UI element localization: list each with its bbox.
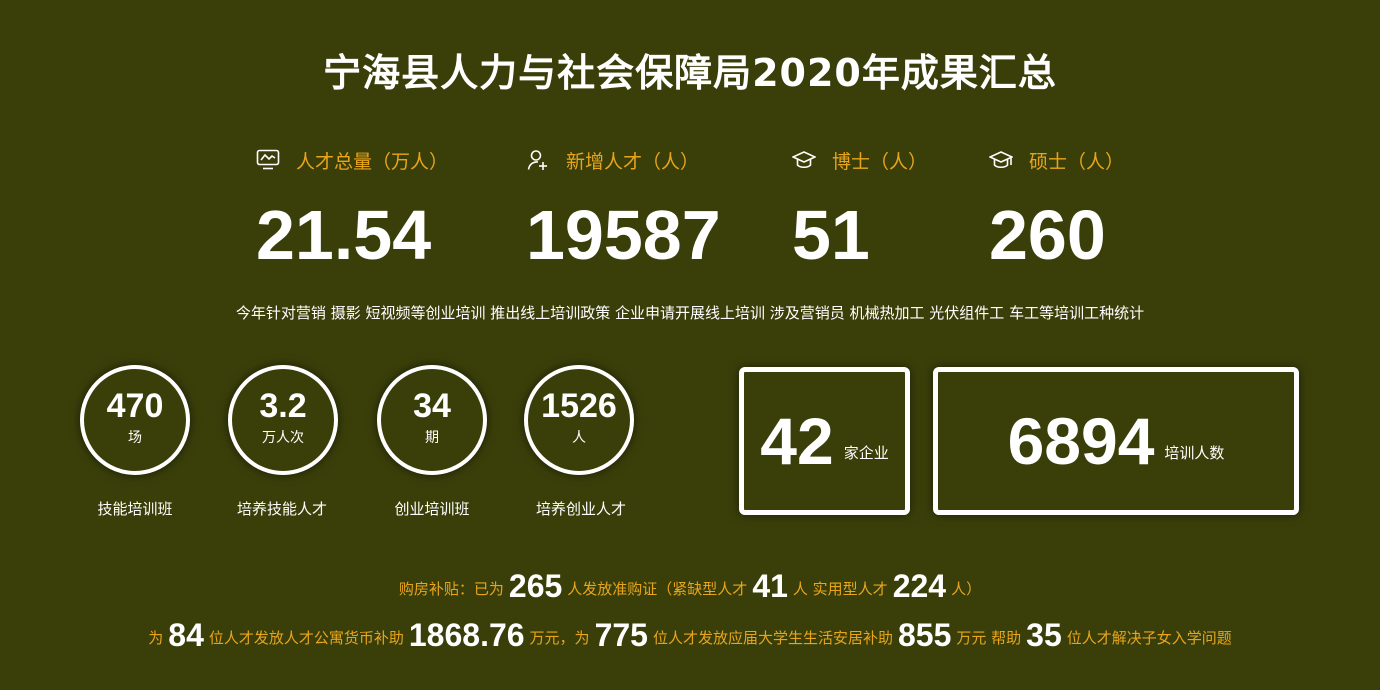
box-unit: 家企业 [843,443,889,462]
circle-skill-classes: 470 场 [80,365,190,475]
box-value: 6894 [1007,404,1155,478]
stat-value: 51 [792,196,870,274]
circle-label: 培养技能人才 [236,500,327,518]
circle-label: 技能培训班 [97,500,173,518]
stat-value: 19587 [526,196,721,274]
circle-skill-talent: 3.2 万人次 [228,365,338,475]
subsidy-number: 1868.76 [408,617,525,653]
circle-label: 创业培训班 [394,500,470,518]
housing-text: 人发放准购证（紧缺型人才 [567,580,748,598]
training-summary: 今年针对营销 摄影 短视频等创业培训 推出线上培训政策 企业申请开展线上培训 涉… [235,304,1145,322]
talent-subsidy-line: 为 84 位人才发放人才公寓货币补助 1868.76 万元，为 775 位人才发放应届大学生… [0,617,1380,654]
stat-label: 新增人才（人） [566,150,700,173]
page-title: 宁海县人力与社会保障局2020年成果汇总 [323,51,1057,95]
circle-value: 3.2 [259,387,307,425]
subsidy-text: 位人才发放人才公寓货币补助 [208,629,404,647]
subsidy-number: 855 [897,617,952,653]
subsidy-text: 万元，为 [529,629,590,647]
trainee-count-box: 6894 培训人数 [933,367,1299,515]
add-user-icon [527,150,547,170]
circle-value: 1526 [541,387,617,425]
graduation-cap-icon [792,151,816,169]
housing-number: 41 [752,568,788,604]
stat-value: 21.54 [256,196,432,274]
subsidy-number: 775 [594,617,648,653]
housing-subsidy-line: 购房补贴：已为 265 人发放准购证（紧缺型人才 41 人 实用型人才 224 人） [0,568,1380,605]
housing-text: 人 实用型人才 [792,580,888,598]
circle-unit: 期 [425,430,439,446]
subsidy-text: 万元 帮助 [956,629,1022,647]
monitor-chart-icon [256,149,280,170]
housing-text: 购房补贴：已为 [398,580,504,598]
subsidy-text: 位人才解决子女入学问题 [1066,629,1232,647]
stat-talent-total: 人才总量（万人） 21.54 [256,140,448,270]
circle-label: 培养创业人才 [535,500,626,518]
circle-startup-classes: 34 期 [377,365,487,475]
circle-unit: 人 [572,430,586,446]
subsidy-number: 84 [168,617,204,653]
housing-text: 人） [951,580,982,598]
enterprise-count-box: 42 家企业 [739,367,910,515]
subsidy-number: 35 [1026,617,1062,653]
circle-startup-talent: 1526 人 [524,365,634,475]
housing-number: 224 [892,568,947,604]
stat-label: 人才总量（万人） [296,150,449,173]
housing-number: 265 [508,568,563,604]
graduation-cap-icon [989,151,1013,169]
subsidy-text: 为 [148,629,164,647]
stat-value: 260 [989,196,1106,274]
box-unit: 培训人数 [1164,443,1225,462]
circle-value: 34 [413,387,451,425]
stat-master: 硕士（人） 260 [989,140,1124,270]
stat-phd: 博士（人） 51 [792,140,927,270]
stat-new-talent: 新增人才（人） 19587 [526,140,721,270]
stat-label: 硕士（人） [1029,150,1125,173]
circle-unit: 万人次 [262,430,304,446]
circle-unit: 场 [128,430,142,446]
circle-value: 470 [106,387,164,425]
stat-label: 博士（人） [832,150,928,173]
box-value: 42 [760,404,834,478]
subsidy-text: 位人才发放应届大学生生活安居补助 [652,629,893,647]
